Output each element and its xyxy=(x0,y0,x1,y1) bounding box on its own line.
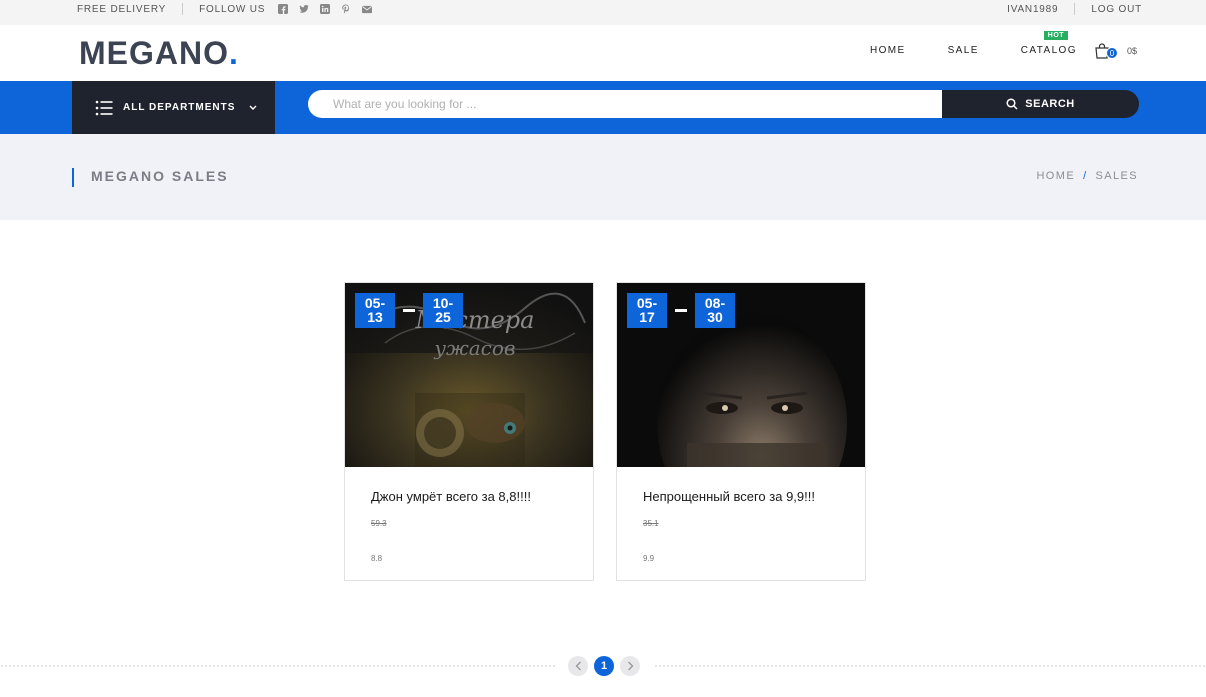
follow-us-text: FOLLOW US xyxy=(199,3,266,15)
chevron-left-icon xyxy=(575,661,581,671)
nav-catalog[interactable]: HOT CATALOG xyxy=(1020,31,1077,56)
logout-link[interactable]: LOG OUT xyxy=(1091,4,1142,15)
nav-sale[interactable]: SALE xyxy=(948,45,979,56)
logo-dot: . xyxy=(229,35,239,71)
sale-date-range: 05- 17 08- 30 xyxy=(627,293,735,328)
pagination-divider xyxy=(0,664,556,668)
page-number-current[interactable]: 1 xyxy=(594,656,614,676)
all-departments-button[interactable]: ALL DEPARTMENTS xyxy=(72,81,275,134)
cart-button[interactable]: 0 xyxy=(1094,43,1118,61)
main-nav: HOME SALE HOT CATALOG xyxy=(870,31,1077,56)
cart-total: 0$ xyxy=(1127,46,1138,56)
nav-catalog-label: CATALOG xyxy=(1020,45,1077,56)
chevron-down-icon xyxy=(249,105,257,110)
logo-text: MEGANO xyxy=(79,35,229,71)
date-dash xyxy=(403,309,415,312)
pagination: 1 xyxy=(568,656,640,676)
hot-badge: HOT xyxy=(1043,31,1069,40)
search-input[interactable] xyxy=(308,90,942,118)
breadcrumb: HOME / SALES xyxy=(1036,170,1138,182)
sale-start-line1: 05- xyxy=(364,295,386,311)
username-link[interactable]: IVAN1989 xyxy=(1007,4,1058,15)
sale-end-line2: 25 xyxy=(435,309,451,325)
search-button-label: SEARCH xyxy=(1025,98,1075,110)
page-title-band: MEGANO SALES HOME / SALES xyxy=(0,134,1206,220)
breadcrumb-current: SALES xyxy=(1095,170,1138,182)
sale-start-line2: 17 xyxy=(639,309,655,325)
sale-card[interactable]: Мастера ужасов 05- 13 10- 25 Джон умрёт вс… xyxy=(344,282,594,581)
sale-new-price: 9.9 xyxy=(643,554,655,563)
site-logo[interactable]: MEGANO. xyxy=(79,35,239,72)
sale-end-line1: 08- xyxy=(704,295,726,311)
all-departments-label: ALL DEPARTMENTS xyxy=(123,102,236,113)
pinterest-icon[interactable] xyxy=(341,4,351,14)
divider xyxy=(182,3,184,15)
divider xyxy=(1074,3,1076,15)
menu-list-icon xyxy=(95,100,113,115)
sale-end-date: 08- 30 xyxy=(695,293,735,328)
prev-page-button[interactable] xyxy=(568,656,588,676)
sale-title[interactable]: Непрощенный всего за 9,9!!! xyxy=(643,489,815,504)
linkedin-icon[interactable] xyxy=(320,4,331,14)
twitter-icon[interactable] xyxy=(299,4,309,14)
sale-end-line2: 30 xyxy=(707,309,723,325)
breadcrumb-separator: / xyxy=(1083,170,1088,182)
date-dash xyxy=(675,309,687,312)
page-title: MEGANO SALES xyxy=(91,168,229,184)
sale-title[interactable]: Джон умрёт всего за 8,8!!!! xyxy=(371,489,531,504)
search-button[interactable]: SEARCH xyxy=(942,90,1139,118)
breadcrumb-home[interactable]: HOME xyxy=(1036,170,1075,182)
sale-end-line1: 10- xyxy=(432,295,454,311)
sale-start-line1: 05- xyxy=(636,295,658,311)
search-icon xyxy=(1006,98,1018,110)
sale-old-price: 35.1 xyxy=(643,519,659,528)
chevron-right-icon xyxy=(627,661,633,671)
top-bar: FREE DELIVERY FOLLOW US IVAN1989 LOG OUT xyxy=(0,0,1206,25)
sale-date-range: 05- 13 10- 25 xyxy=(355,293,463,328)
sale-start-date: 05- 17 xyxy=(627,293,667,328)
sale-end-date: 10- 25 xyxy=(423,293,463,328)
mail-icon[interactable] xyxy=(362,4,373,14)
search-bar: ALL DEPARTMENTS SEARCH xyxy=(0,81,1206,134)
sale-card[interactable]: 05- 17 08- 30 Непрощенный всего за 9,9!!! … xyxy=(616,282,866,581)
pagination-divider xyxy=(654,664,1206,668)
title-accent-bar xyxy=(72,168,74,187)
main-header: MEGANO. HOME SALE HOT CATALOG 0 0$ xyxy=(0,25,1206,81)
social-links xyxy=(273,4,378,14)
cart-count-badge: 0 xyxy=(1106,47,1118,59)
sale-old-price: 59.3 xyxy=(371,519,387,528)
sale-new-price: 8.8 xyxy=(371,554,383,563)
free-delivery-text: FREE DELIVERY xyxy=(77,3,167,15)
next-page-button[interactable] xyxy=(620,656,640,676)
nav-home[interactable]: HOME xyxy=(870,45,906,56)
sale-start-date: 05- 13 xyxy=(355,293,395,328)
facebook-icon[interactable] xyxy=(278,4,289,14)
sale-start-line2: 13 xyxy=(367,309,383,325)
svg-text:ужасов: ужасов xyxy=(433,336,515,360)
